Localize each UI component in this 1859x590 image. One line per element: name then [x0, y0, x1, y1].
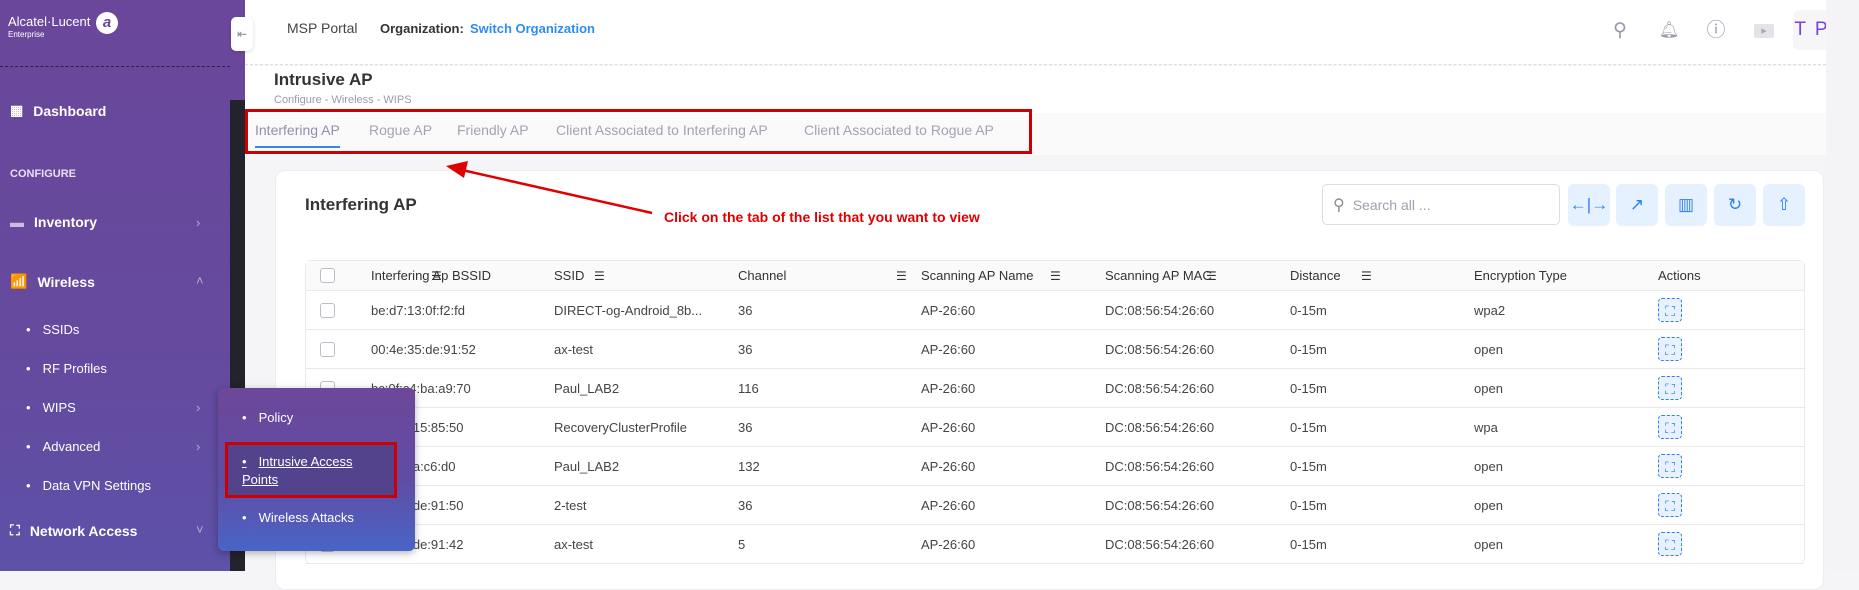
annotation-text: Click on the tab of the list that you wa…	[664, 209, 980, 225]
annotation-arrow	[446, 161, 653, 215]
